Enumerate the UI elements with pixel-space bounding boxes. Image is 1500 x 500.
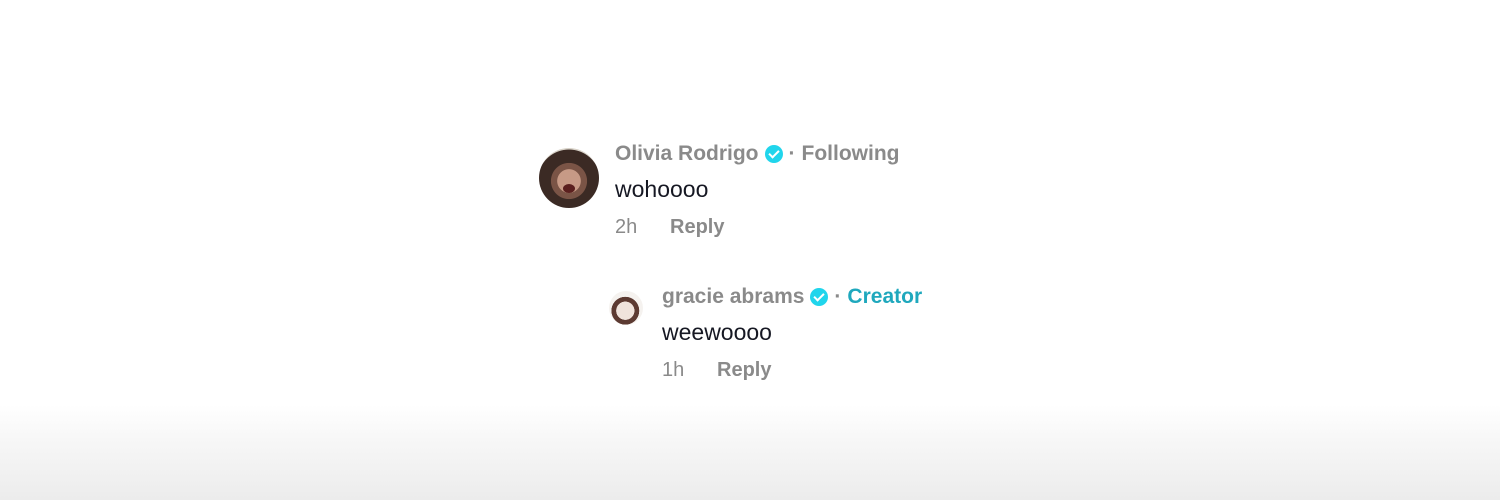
page: Olivia Rodrigo · Following wohoooo 2h Re… [0,0,1500,500]
separator-dot: · [788,142,796,165]
following-label: Following [801,142,900,165]
commenter-avatar[interactable] [539,148,599,208]
comment-header: Olivia Rodrigo · Following [615,140,900,168]
reply-time: 1h [662,359,685,381]
reply-button[interactable]: Reply [670,216,724,239]
creator-label: Creator [847,285,923,308]
verified-badge-icon [764,145,783,163]
comment-username[interactable]: Olivia Rodrigo [615,142,759,166]
reply-username[interactable]: gracie abrams [662,285,804,309]
reply-button[interactable]: Reply [717,359,771,382]
comment-text: wohoooo [615,176,709,202]
comment-time: 2h [615,216,638,238]
reply-body: gracie abrams · Creator weewoooo 1h Repl… [662,283,922,382]
verified-badge-icon [810,288,829,306]
reply-header: gracie abrams · Creator [662,283,922,311]
reply-meta: 1h Reply [662,359,922,382]
reply-avatar[interactable] [609,291,643,325]
comment-body: Olivia Rodrigo · Following wohoooo 2h Re… [615,140,900,239]
separator-dot: · [834,285,842,308]
reply-text: weewoooo [662,319,772,345]
comment-meta: 2h Reply [615,216,900,239]
avatar-image [563,184,575,193]
